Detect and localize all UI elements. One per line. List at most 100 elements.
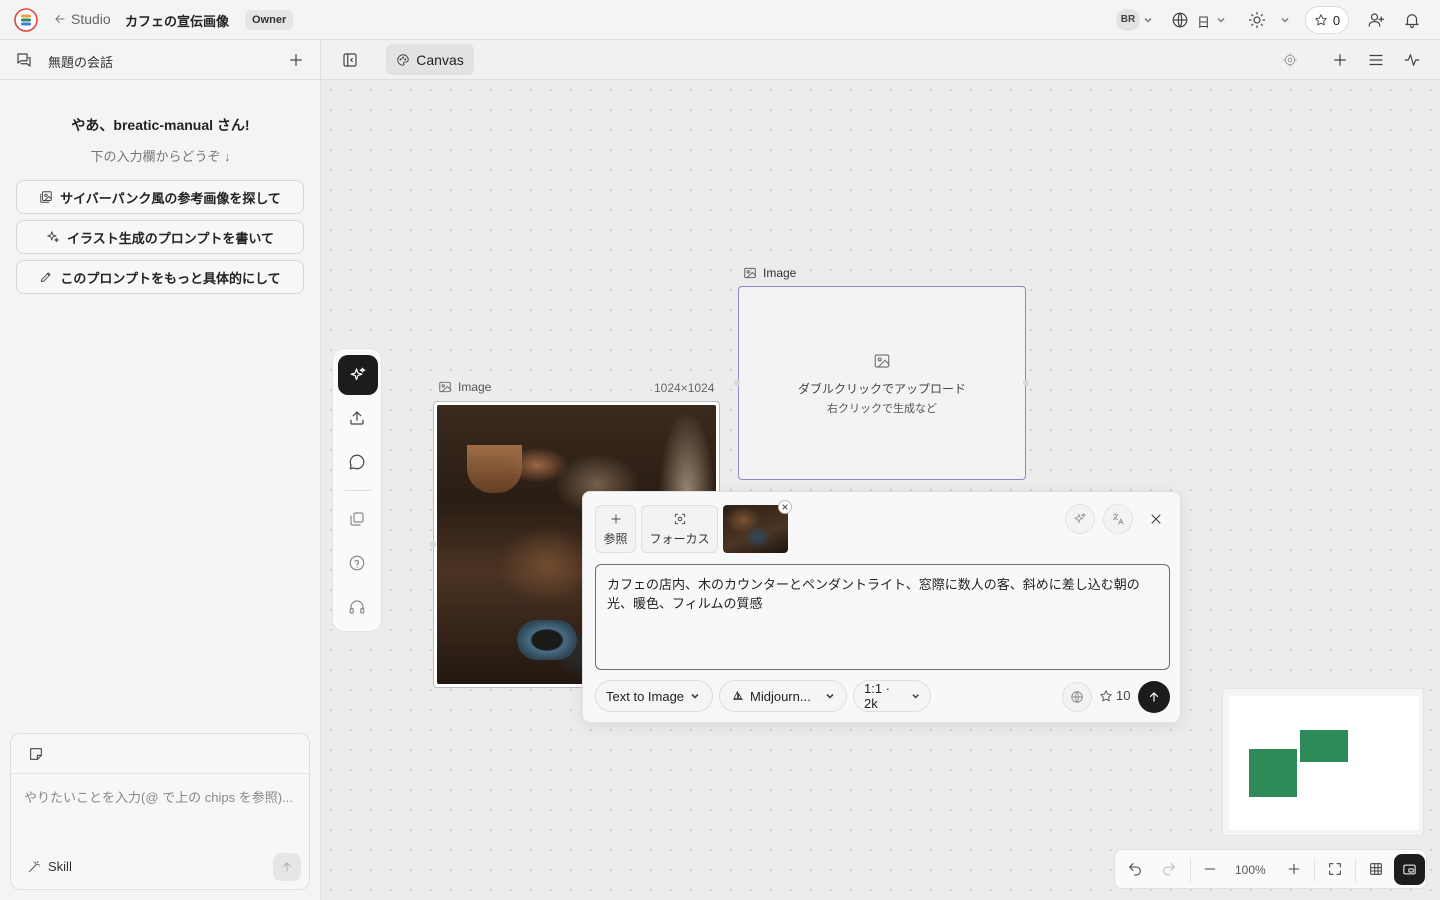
role-badge: Owner: [245, 10, 294, 30]
minimap-node: [1300, 730, 1348, 762]
arrow-up-icon: [1149, 692, 1159, 702]
fit-screen-icon[interactable]: [1327, 861, 1343, 877]
upload-node[interactable]: ダブルクリックでアップロード 右クリックで生成など: [738, 286, 1026, 480]
chevron-down-icon[interactable]: [1216, 15, 1226, 25]
reference-thumbnail[interactable]: [723, 505, 788, 553]
suggestion-button[interactable]: このプロンプトをもっと具体的にして: [16, 260, 304, 294]
arrow-left-icon: [55, 15, 65, 23]
chat-sidebar: 無題の会話 やあ、breatic-manual さん! 下の入力欄からどうぞ ↓…: [0, 40, 321, 900]
star-icon: [1100, 689, 1112, 701]
node-handle[interactable]: [430, 541, 436, 547]
reference-chip-button[interactable]: 参照: [595, 505, 636, 553]
suggestion-label: サイバーパンク風の参考画像を探して: [60, 190, 281, 206]
chevron-down-icon[interactable]: [1280, 15, 1290, 25]
suggestion-label: イラスト生成のプロンプトを書いて: [67, 230, 274, 246]
project-title[interactable]: カフェの宣伝画像: [125, 11, 229, 30]
add-context-icon[interactable]: [28, 746, 44, 762]
sun-icon[interactable]: [1248, 11, 1266, 29]
locate-icon[interactable]: [1283, 53, 1297, 67]
star-icon: [1315, 14, 1327, 26]
image-icon: [744, 267, 756, 279]
grid-icon[interactable]: [1368, 861, 1384, 877]
minimap-node: [1249, 749, 1297, 797]
generate-send-button[interactable]: [1138, 681, 1170, 713]
minimap[interactable]: [1222, 688, 1424, 836]
upload-hint: ダブルクリックでアップロード: [797, 382, 966, 396]
top-bar: Studio カフェの宣伝画像 Owner BR 日 0: [0, 0, 1440, 40]
chevron-down-icon: [691, 693, 699, 699]
remove-reference-button[interactable]: [778, 500, 792, 514]
activity-icon[interactable]: [1403, 51, 1421, 69]
zoom-level[interactable]: 100%: [1235, 863, 1266, 877]
image-icon: [439, 381, 451, 393]
image-node-label: Image: [438, 380, 491, 394]
close-icon[interactable]: [1148, 511, 1164, 527]
suggestion-button[interactable]: イラスト生成のプロンプトを書いて: [16, 220, 304, 254]
magic-wand-icon: [28, 860, 40, 872]
greeting-sub: 下の入力欄からどうぞ ↓: [90, 149, 231, 164]
close-icon: [782, 504, 788, 510]
upload-node-title: Image: [763, 266, 797, 280]
list-icon[interactable]: [1367, 51, 1385, 69]
sparkles-icon: [350, 367, 366, 381]
conversations-icon[interactable]: [15, 51, 33, 69]
tab-canvas[interactable]: Canvas: [386, 44, 474, 75]
user-avatar[interactable]: BR: [1116, 9, 1140, 31]
chevron-down-icon: [826, 693, 834, 699]
add-node-icon[interactable]: [1331, 51, 1349, 69]
generation-cost: 10: [1099, 688, 1130, 703]
web-search-toggle[interactable]: [1062, 682, 1092, 712]
credits-pill[interactable]: 0: [1305, 6, 1349, 34]
model-value: Midjourn...: [750, 688, 811, 704]
zoom-in-icon[interactable]: [1286, 861, 1302, 877]
focus-chip-button[interactable]: フォーカス: [641, 505, 718, 553]
assets-icon[interactable]: [348, 510, 366, 528]
sidebar-toggle-icon[interactable]: [341, 51, 359, 69]
canvas-area[interactable]: Canvas Image 1024×1024 Image ダブルクリックでアップ…: [321, 40, 1440, 900]
translate-button[interactable]: [1103, 504, 1133, 534]
ratio-value: 1:1 · 2k: [864, 681, 891, 711]
back-to-studio-link[interactable]: Studio: [53, 11, 111, 27]
arrow-up-icon: [283, 862, 291, 872]
new-conversation-icon[interactable]: [287, 51, 305, 69]
suggestion-button[interactable]: サイバーパンク風の参考画像を探して: [16, 180, 304, 214]
redo-icon[interactable]: [1161, 861, 1177, 877]
chevron-down-icon: [911, 694, 919, 699]
zoom-out-icon[interactable]: [1202, 861, 1218, 877]
greeting: やあ、breatic-manual さん!: [71, 117, 250, 133]
mode-select[interactable]: Text to Image: [595, 680, 713, 712]
ratio-select[interactable]: 1:1 · 2k: [853, 680, 931, 712]
help-icon[interactable]: [348, 554, 366, 572]
ai-generate-tool[interactable]: [338, 355, 378, 395]
skill-button[interactable]: Skill: [27, 859, 72, 874]
undo-icon[interactable]: [1127, 861, 1143, 877]
comment-icon[interactable]: [348, 453, 366, 471]
chat-send-button[interactable]: [273, 853, 301, 881]
cost-value: 10: [1116, 688, 1131, 703]
conversation-title[interactable]: 無題の会話: [48, 52, 113, 71]
globe-icon[interactable]: [1171, 11, 1189, 29]
image-placeholder-icon: [874, 354, 890, 368]
globe-icon: [1071, 691, 1083, 703]
chat-input[interactable]: やりたいことを入力(@ で上の chips を参照)...: [24, 787, 293, 806]
enhance-prompt-button[interactable]: [1065, 504, 1095, 534]
upload-node-label: Image: [743, 266, 796, 280]
upload-icon[interactable]: [348, 409, 366, 427]
zoom-controls: 100%: [1114, 849, 1427, 889]
language-label[interactable]: 日: [1197, 12, 1210, 31]
headset-icon[interactable]: [348, 598, 366, 616]
prompt-textarea[interactable]: カフェの店内、木のカウンターとペンダントライト、窓際に数人の客、斜めに差し込む朝…: [595, 564, 1170, 670]
minimap-toggle-button[interactable]: [1394, 854, 1425, 885]
chat-context-bar: [11, 734, 309, 774]
app-logo-icon[interactable]: [14, 8, 38, 32]
pencil-icon: [41, 272, 51, 283]
add-user-icon[interactable]: [1367, 11, 1385, 29]
translate-icon: [1112, 513, 1124, 525]
model-select[interactable]: Midjourn...: [719, 680, 847, 712]
chevron-down-icon[interactable]: [1143, 15, 1153, 25]
node-handle[interactable]: [1023, 380, 1029, 386]
bell-icon[interactable]: [1403, 11, 1421, 29]
sparkles-icon: [1074, 513, 1086, 523]
divider: [1314, 858, 1315, 882]
node-handle[interactable]: [734, 380, 740, 386]
